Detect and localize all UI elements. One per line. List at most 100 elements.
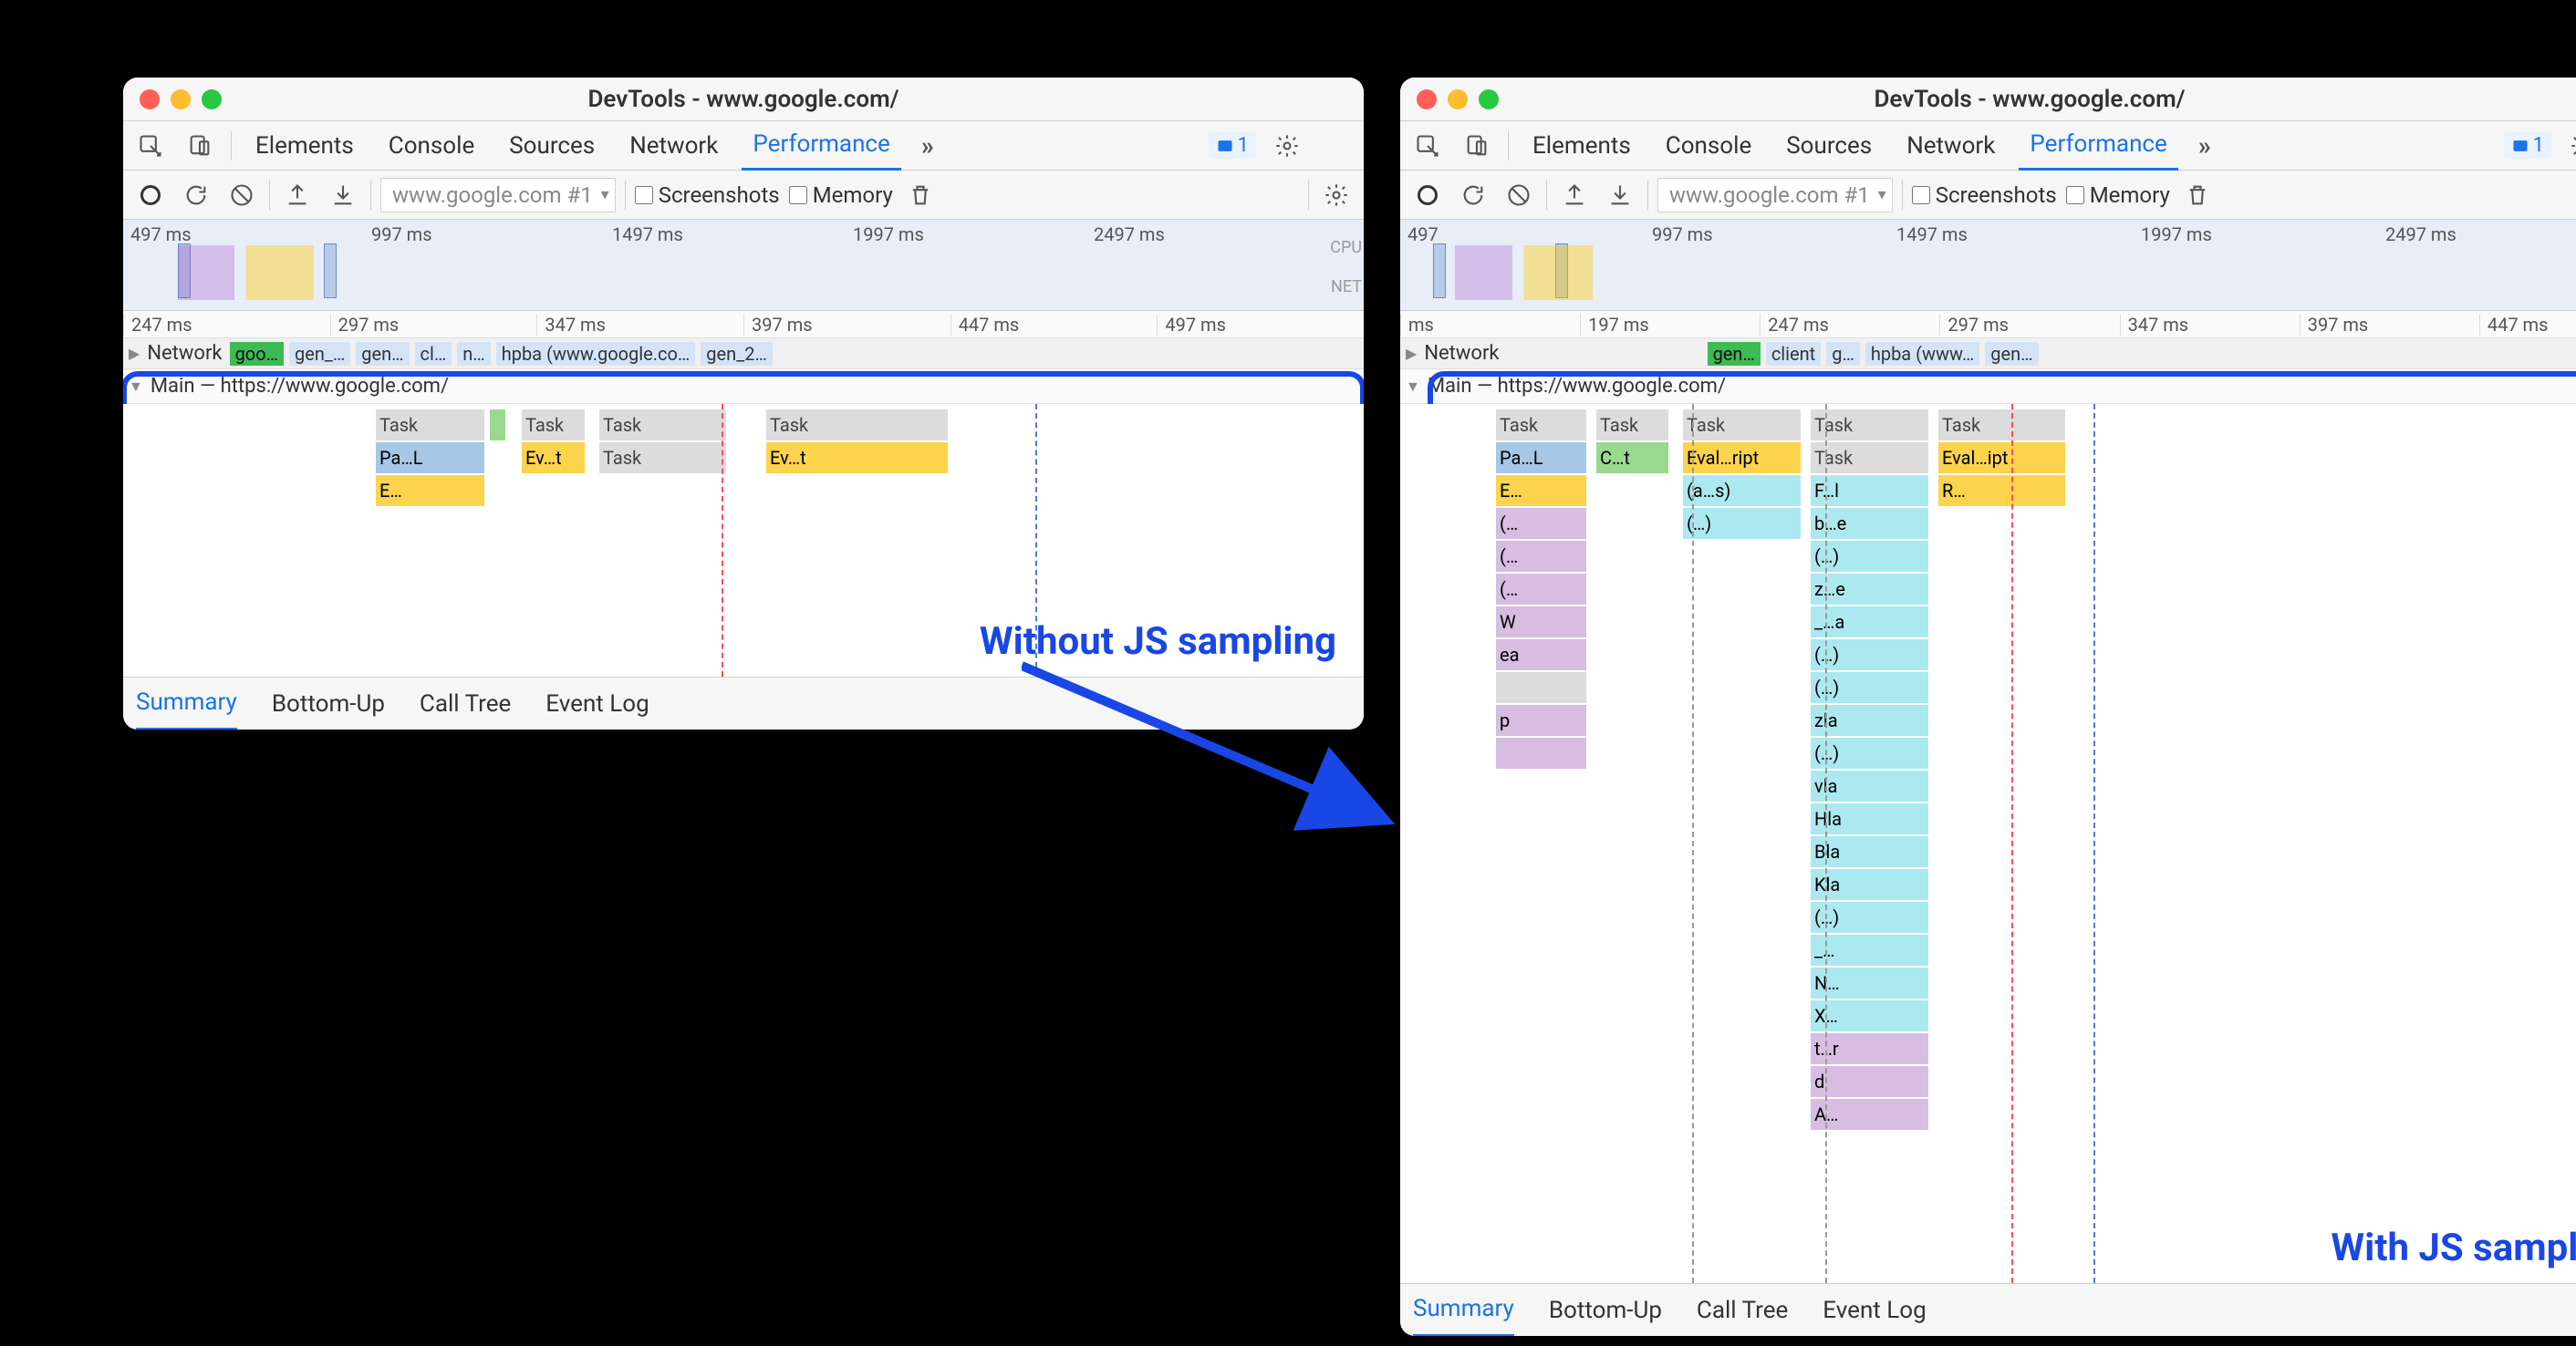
upload-icon[interactable] <box>1556 177 1593 213</box>
flame-block[interactable]: (…) <box>1811 902 1929 933</box>
flame-block[interactable]: Task <box>1596 409 1669 440</box>
tab-calltree[interactable]: Call Tree <box>1697 1284 1788 1337</box>
flame-block[interactable]: Task <box>1683 409 1802 440</box>
main-thread-row[interactable]: ▼Main — https://www.google.com/ <box>1400 369 2576 404</box>
flame-block[interactable]: Pa…L <box>376 442 485 473</box>
network-bar[interactable]: g… <box>1826 342 1860 366</box>
tab-performance[interactable]: Performance <box>742 121 900 171</box>
network-bar[interactable]: gen_2… <box>701 342 773 366</box>
flame-block[interactable]: (… <box>1496 541 1587 572</box>
flame-block[interactable]: X… <box>1811 1000 1929 1031</box>
tab-overflow[interactable]: » <box>914 130 941 160</box>
flame-block[interactable]: Task <box>522 409 586 440</box>
flame-block[interactable]: Task <box>1811 409 1929 440</box>
gc-icon[interactable] <box>902 177 939 213</box>
network-bar[interactable]: gen… <box>356 342 409 366</box>
flame-block[interactable]: A… <box>1811 1099 1929 1130</box>
reload-icon[interactable] <box>178 177 214 213</box>
flame-block[interactable]: R… <box>1938 475 2066 506</box>
flame-block[interactable]: vla <box>1811 771 1929 802</box>
flame-block[interactable]: Task <box>599 442 727 473</box>
flame-chart[interactable]: TaskPa…LE…(…(…(…WeapTaskC…tTaskEval…ript… <box>1400 404 2576 1283</box>
network-bar[interactable]: gen… <box>1708 342 1761 366</box>
flame-block[interactable]: (a…s) <box>1683 475 1802 506</box>
upload-icon[interactable] <box>279 177 316 213</box>
network-bar[interactable]: gen… <box>1985 342 2038 366</box>
url-select[interactable]: www.google.com #1 <box>1657 178 1893 212</box>
flame-block[interactable]: Hla <box>1811 803 1929 834</box>
tab-overflow[interactable]: » <box>2191 130 2218 160</box>
flame-block[interactable]: Bla <box>1811 836 1929 867</box>
flame-block[interactable]: ea <box>1496 639 1587 670</box>
tab-eventlog[interactable]: Event Log <box>1823 1284 1926 1337</box>
device-icon[interactable] <box>1459 128 1495 164</box>
flame-block[interactable]: p <box>1496 705 1587 736</box>
settings-icon[interactable] <box>1318 177 1355 213</box>
tab-console[interactable]: Console <box>378 121 485 171</box>
issues-badge[interactable]: 1 <box>2504 132 2551 159</box>
kebab-icon[interactable] <box>1318 128 1355 164</box>
network-bar[interactable]: gen_… <box>289 342 350 366</box>
flame-block[interactable]: E… <box>376 475 485 506</box>
flame-block[interactable]: (… <box>1496 574 1587 605</box>
flame-block[interactable]: t…r <box>1811 1033 1929 1064</box>
gear-icon[interactable] <box>2564 128 2576 164</box>
network-row[interactable]: ▶Network goo…gen_…gen…cl…n…hpba (www.goo… <box>123 338 1364 369</box>
flame-block[interactable]: Pa…L <box>1496 442 1587 473</box>
gc-icon[interactable] <box>2179 177 2216 213</box>
zoom-handle-left[interactable] <box>1433 243 1446 298</box>
flame-block[interactable]: (…) <box>1683 508 1802 539</box>
tab-calltree[interactable]: Call Tree <box>420 678 511 730</box>
inspect-icon[interactable] <box>132 128 169 164</box>
flame-block[interactable]: d <box>1811 1066 1929 1097</box>
flame-block[interactable]: W <box>1496 606 1587 637</box>
network-bar[interactable]: cl… <box>415 342 452 366</box>
flame-block[interactable]: z…e <box>1811 574 1929 605</box>
tab-network[interactable]: Network <box>1896 121 2006 171</box>
flame-block[interactable] <box>490 409 506 440</box>
tab-summary[interactable]: Summary <box>1413 1284 1514 1337</box>
device-icon[interactable] <box>182 128 218 164</box>
flame-block[interactable]: Task <box>1938 409 2066 440</box>
tab-performance[interactable]: Performance <box>2019 121 2177 171</box>
flame-block[interactable]: (… <box>1496 508 1587 539</box>
flame-block[interactable]: Kla <box>1811 869 1929 900</box>
network-bar[interactable]: n… <box>457 342 490 366</box>
tab-elements[interactable]: Elements <box>1522 121 1642 171</box>
overview-timeline[interactable]: 497 ms997 ms1497 ms1997 ms2497 ms CPUNET <box>123 220 1364 311</box>
flame-chart[interactable]: TaskPa…LE…TaskEv…tTaskTaskTaskEv…t Witho… <box>123 404 1364 677</box>
tab-bottomup[interactable]: Bottom-Up <box>1549 1284 1662 1337</box>
url-select[interactable]: www.google.com #1 <box>380 178 616 212</box>
record-button[interactable] <box>132 177 169 213</box>
flame-block[interactable]: (…) <box>1811 541 1929 572</box>
flame-block[interactable]: b…e <box>1811 508 1929 539</box>
network-bar[interactable]: client <box>1766 342 1821 366</box>
flame-block[interactable]: N… <box>1811 968 1929 999</box>
network-row[interactable]: ▶Network gen…clientg…hpba (www…gen… <box>1400 338 2576 369</box>
flame-block[interactable]: Eval…ript <box>1683 442 1802 473</box>
record-button[interactable] <box>1409 177 1446 213</box>
clear-icon[interactable] <box>223 177 260 213</box>
tab-bottomup[interactable]: Bottom-Up <box>272 678 385 730</box>
network-bar[interactable]: hpba (www… <box>1865 342 1979 366</box>
inspect-icon[interactable] <box>1409 128 1446 164</box>
memory-checkbox[interactable]: Memory <box>2066 182 2170 208</box>
flame-block[interactable] <box>1496 738 1587 769</box>
flame-block[interactable]: Eval…ipt <box>1938 442 2066 473</box>
overview-timeline[interactable]: 497997 ms1497 ms1997 ms2497 ms CPUNET <box>1400 220 2576 311</box>
screenshots-checkbox[interactable]: Screenshots <box>635 182 780 208</box>
tab-network[interactable]: Network <box>618 121 729 171</box>
tab-elements[interactable]: Elements <box>244 121 365 171</box>
flame-block[interactable]: _… <box>1811 935 1929 966</box>
reload-icon[interactable] <box>1455 177 1491 213</box>
flame-block[interactable]: Task <box>599 409 727 440</box>
flame-block[interactable]: (…) <box>1811 738 1929 769</box>
flame-block[interactable]: F…l <box>1811 475 1929 506</box>
download-icon[interactable] <box>1602 177 1638 213</box>
memory-checkbox[interactable]: Memory <box>789 182 893 208</box>
flame-block[interactable]: (…) <box>1811 639 1929 670</box>
flame-block[interactable]: zla <box>1811 705 1929 736</box>
flame-block[interactable] <box>1496 672 1587 703</box>
flame-block[interactable]: Task <box>1496 409 1587 440</box>
tab-sources[interactable]: Sources <box>498 121 606 171</box>
